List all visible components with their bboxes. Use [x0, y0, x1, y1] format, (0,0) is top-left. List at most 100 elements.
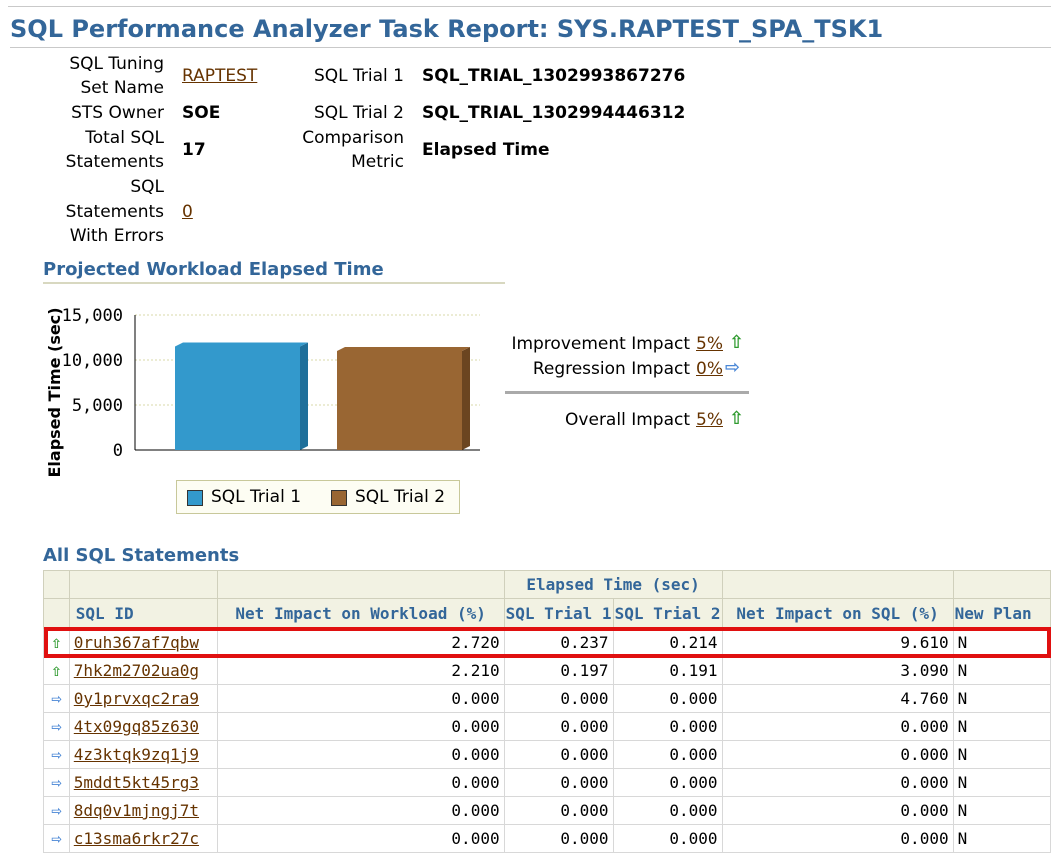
cell-trial2: 0.191	[612, 656, 723, 685]
errors-label-3: With Errors	[69, 226, 164, 246]
column-header-sql-trial-1[interactable]: SQL Trial 1	[503, 598, 614, 629]
table-row: ⇨ 0y1prvxqc2ra9 0.000 0.000 0.000 4.760 N	[43, 684, 1051, 713]
sql-id-cell: 0y1prvxqc2ra9	[68, 684, 218, 713]
total-sql-label-1: Total SQL	[85, 128, 164, 148]
cell-net-sql: 9.610	[721, 628, 954, 657]
up-arrow-icon: ⇧	[43, 656, 70, 685]
sts-name-label-1: SQL Tuning	[69, 54, 164, 74]
trial1-value: SQL_TRIAL_1302993867276	[422, 66, 686, 86]
table-row: ⇨ 5mddt5kt45rg3 0.000 0.000 0.000 0.000 N	[43, 768, 1051, 797]
cell-new-plan: N	[952, 712, 1051, 741]
sql-id-link[interactable]: 4tx09gq85z630	[74, 717, 199, 736]
cell-new-plan: N	[952, 684, 1051, 713]
sql-id-link[interactable]: 4z3ktqk9zq1j9	[74, 745, 199, 764]
header-spacer	[721, 570, 954, 599]
right-arrow-icon: ⇨	[43, 768, 70, 797]
cell-net-workload: 0.000	[216, 712, 505, 741]
trial2-label: SQL Trial 2	[313, 103, 404, 123]
regression-impact-link[interactable]: 0%	[696, 357, 723, 381]
bar-top	[337, 347, 470, 351]
column-header-net-impact-sql[interactable]: Net Impact on SQL (%)	[721, 598, 954, 629]
elapsed-time-chart: 15,000 10,000 5,000 0 Elapsed Time (sec)	[45, 306, 480, 478]
cell-net-workload: 2.720	[216, 628, 505, 657]
sql-id-cell: 0ruh367af7qbw	[68, 628, 218, 657]
improvement-impact-label: Improvement Impact	[511, 334, 690, 354]
top-border	[8, 6, 1051, 7]
cell-net-sql: 0.000	[721, 796, 954, 825]
errors-count-link[interactable]: 0	[182, 200, 193, 224]
header-spacer	[68, 570, 218, 599]
cell-net-workload: 0.000	[216, 684, 505, 713]
overall-impact-label: Overall Impact	[565, 410, 690, 430]
cell-trial2: 0.000	[612, 712, 723, 741]
cell-trial1: 0.000	[503, 824, 614, 853]
improvement-impact-link[interactable]: 5%	[696, 332, 723, 356]
table-row: ⇨ 4tx09gq85z630 0.000 0.000 0.000 0.000 N	[43, 712, 1051, 741]
cell-new-plan: N	[952, 628, 1051, 657]
trial2-value: SQL_TRIAL_1302994446312	[422, 103, 686, 123]
chart-legend: SQL Trial 1 SQL Trial 2	[176, 480, 460, 514]
metric-label-1: Comparison	[302, 128, 404, 148]
sql-id-link[interactable]: 7hk2m2702ua0g	[74, 661, 199, 680]
bar-2	[337, 351, 462, 450]
cell-net-sql: 0.000	[721, 740, 954, 769]
cell-new-plan: N	[952, 796, 1051, 825]
cell-trial2: 0.000	[612, 740, 723, 769]
legend-label-trial2: SQL Trial 2	[355, 487, 446, 507]
cell-net-workload: 0.000	[216, 824, 505, 853]
cell-net-workload: 0.000	[216, 768, 505, 797]
sql-id-cell: c13sma6rkr27c	[68, 824, 218, 853]
table-row: ⇧ 7hk2m2702ua0g 2.210 0.197 0.191 3.090 N	[43, 656, 1051, 685]
title-divider	[10, 47, 1051, 48]
up-arrow-icon: ⇧	[729, 332, 745, 353]
column-header-net-impact-workload[interactable]: Net Impact on Workload (%)	[216, 598, 505, 629]
header-icon-col	[43, 598, 70, 629]
cell-trial1: 0.000	[503, 712, 614, 741]
sql-id-link[interactable]: 0ruh367af7qbw	[74, 633, 199, 652]
table-row: ⇨ c13sma6rkr27c 0.000 0.000 0.000 0.000 N	[43, 824, 1051, 853]
elapsed-time-group-header: Elapsed Time (sec)	[503, 570, 723, 599]
right-arrow-icon: ⇨	[43, 740, 70, 769]
sql-id-link[interactable]: 0y1prvxqc2ra9	[74, 689, 199, 708]
table-row: ⇧ 0ruh367af7qbw 2.720 0.237 0.214 9.610 N	[43, 628, 1051, 657]
cell-trial2: 0.000	[612, 684, 723, 713]
total-sql-value: 17	[182, 140, 206, 160]
sql-id-link[interactable]: 8dq0v1mjngj7t	[74, 801, 199, 820]
column-header-new-plan[interactable]: New Plan	[952, 598, 1051, 629]
cell-trial2: 0.000	[612, 768, 723, 797]
legend-swatch-trial2	[331, 490, 347, 506]
sql-table-container: Elapsed Time (sec) SQL ID Net Impact on …	[43, 570, 1051, 867]
y-tick-label: 5,000	[72, 396, 123, 416]
cell-new-plan: N	[952, 768, 1051, 797]
trial1-label: SQL Trial 1	[313, 66, 404, 86]
overall-impact-link[interactable]: 5%	[696, 408, 723, 432]
header-spacer	[43, 570, 70, 599]
right-arrow-icon: ⇨	[43, 712, 70, 741]
bar-1	[175, 346, 300, 450]
cell-new-plan: N	[952, 656, 1051, 685]
column-header-sql-id[interactable]: SQL ID	[68, 598, 218, 629]
total-sql-label-2: Statements	[65, 152, 164, 172]
sts-name-label-2: Set Name	[80, 78, 164, 98]
regression-impact-label: Regression Impact	[532, 359, 690, 379]
sts-name-link[interactable]: RAPTEST	[182, 64, 257, 88]
table-row: ⇨ 8dq0v1mjngj7t 0.000 0.000 0.000 0.000 N	[43, 796, 1051, 825]
y-tick-label: 0	[113, 441, 123, 461]
cell-net-sql: 3.090	[721, 656, 954, 685]
sql-id-link[interactable]: 5mddt5kt45rg3	[74, 773, 199, 792]
sql-id-link[interactable]: c13sma6rkr27c	[74, 829, 199, 848]
cell-trial2: 0.214	[612, 628, 723, 657]
y-axis-label: Elapsed Time (sec)	[45, 307, 64, 477]
cell-net-sql: 4.760	[721, 684, 954, 713]
workload-section-title: Projected Workload Elapsed Time	[43, 259, 384, 280]
errors-label-2: Statements	[65, 202, 164, 222]
column-header-sql-trial-2[interactable]: SQL Trial 2	[612, 598, 723, 629]
up-arrow-icon: ⇧	[729, 408, 745, 429]
cell-trial1: 0.000	[503, 768, 614, 797]
header-spacer	[216, 570, 505, 599]
metric-value: Elapsed Time	[422, 140, 550, 160]
right-arrow-icon: ⇨	[43, 796, 70, 825]
sql-id-cell: 8dq0v1mjngj7t	[68, 796, 218, 825]
cell-net-workload: 0.000	[216, 796, 505, 825]
sts-owner-label: STS Owner	[71, 103, 164, 123]
